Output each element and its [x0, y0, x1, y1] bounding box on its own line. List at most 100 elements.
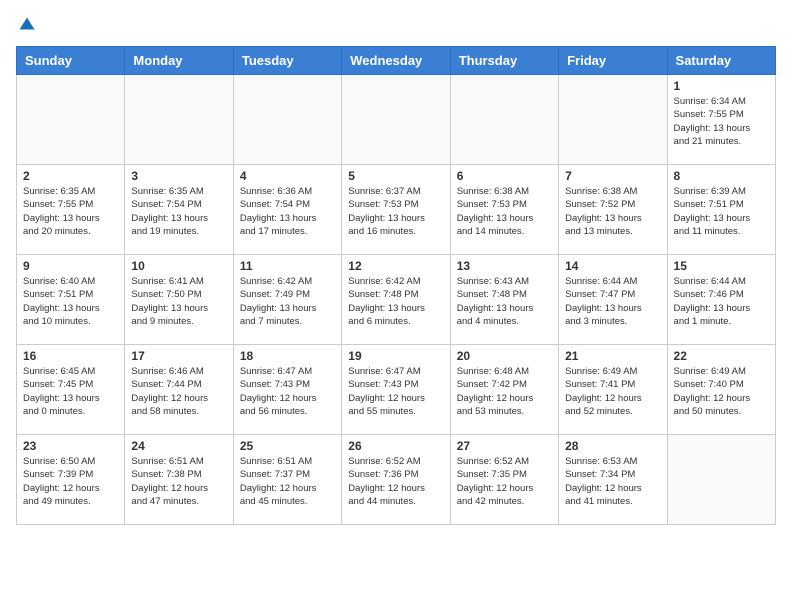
- day-of-week-header: Tuesday: [233, 47, 341, 75]
- calendar-day-cell: 22 Sunrise: 6:49 AM Sunset: 7:40 PM Dayli…: [667, 345, 775, 435]
- calendar-day-cell: 28 Sunrise: 6:53 AM Sunset: 7:34 PM Dayli…: [559, 435, 667, 525]
- header: [16, 16, 776, 34]
- day-of-week-header: Monday: [125, 47, 233, 75]
- calendar-day-cell: [342, 75, 450, 165]
- day-number: 23: [23, 439, 118, 453]
- calendar-header-row: SundayMondayTuesdayWednesdayThursdayFrid…: [17, 47, 776, 75]
- calendar-day-cell: 19 Sunrise: 6:47 AM Sunset: 7:43 PM Dayli…: [342, 345, 450, 435]
- day-number: 14: [565, 259, 660, 273]
- calendar-day-cell: 5 Sunrise: 6:37 AM Sunset: 7:53 PM Daylig…: [342, 165, 450, 255]
- calendar-day-cell: 20 Sunrise: 6:48 AM Sunset: 7:42 PM Dayli…: [450, 345, 558, 435]
- day-number: 4: [240, 169, 335, 183]
- calendar-day-cell: 14 Sunrise: 6:44 AM Sunset: 7:47 PM Dayli…: [559, 255, 667, 345]
- day-number: 20: [457, 349, 552, 363]
- day-info: Sunrise: 6:52 AM Sunset: 7:35 PM Dayligh…: [457, 455, 552, 508]
- logo: [16, 16, 36, 34]
- calendar-day-cell: 3Sunrise: 6:35 AM Sunset: 7:54 PM Daylig…: [125, 165, 233, 255]
- day-number: 1: [674, 79, 769, 93]
- day-info: Sunrise: 6:40 AM Sunset: 7:51 PM Dayligh…: [23, 275, 118, 328]
- day-info: Sunrise: 6:49 AM Sunset: 7:40 PM Dayligh…: [674, 365, 769, 418]
- calendar-day-cell: 6 Sunrise: 6:38 AM Sunset: 7:53 PM Daylig…: [450, 165, 558, 255]
- calendar-day-cell: 1 Sunrise: 6:34 AM Sunset: 7:55 PM Daylig…: [667, 75, 775, 165]
- day-number: 8: [674, 169, 769, 183]
- day-info: Sunrise: 6:44 AM Sunset: 7:46 PM Dayligh…: [674, 275, 769, 328]
- day-number: 10: [131, 259, 226, 273]
- calendar-day-cell: 17 Sunrise: 6:46 AM Sunset: 7:44 PM Dayli…: [125, 345, 233, 435]
- day-info: Sunrise: 6:43 AM Sunset: 7:48 PM Dayligh…: [457, 275, 552, 328]
- calendar-day-cell: 13 Sunrise: 6:43 AM Sunset: 7:48 PM Dayli…: [450, 255, 558, 345]
- day-info: Sunrise: 6:49 AM Sunset: 7:41 PM Dayligh…: [565, 365, 660, 418]
- day-info: Sunrise: 6:42 AM Sunset: 7:48 PM Dayligh…: [348, 275, 443, 328]
- day-number: 28: [565, 439, 660, 453]
- calendar-day-cell: 21 Sunrise: 6:49 AM Sunset: 7:41 PM Dayli…: [559, 345, 667, 435]
- day-of-week-header: Friday: [559, 47, 667, 75]
- calendar-table: SundayMondayTuesdayWednesdayThursdayFrid…: [16, 46, 776, 525]
- day-number: 13: [457, 259, 552, 273]
- calendar-day-cell: 15 Sunrise: 6:44 AM Sunset: 7:46 PM Dayli…: [667, 255, 775, 345]
- calendar-day-cell: 7 Sunrise: 6:38 AM Sunset: 7:52 PM Daylig…: [559, 165, 667, 255]
- day-number: 15: [674, 259, 769, 273]
- calendar-day-cell: 4Sunrise: 6:36 AM Sunset: 7:54 PM Daylig…: [233, 165, 341, 255]
- day-number: 24: [131, 439, 226, 453]
- calendar-day-cell: [667, 435, 775, 525]
- day-info: Sunrise: 6:52 AM Sunset: 7:36 PM Dayligh…: [348, 455, 443, 508]
- calendar-day-cell: 2Sunrise: 6:35 AM Sunset: 7:55 PM Daylig…: [17, 165, 125, 255]
- day-info: Sunrise: 6:48 AM Sunset: 7:42 PM Dayligh…: [457, 365, 552, 418]
- day-of-week-header: Thursday: [450, 47, 558, 75]
- day-info: Sunrise: 6:44 AM Sunset: 7:47 PM Dayligh…: [565, 275, 660, 328]
- day-of-week-header: Saturday: [667, 47, 775, 75]
- calendar-week-row: 23 Sunrise: 6:50 AM Sunset: 7:39 PM Dayli…: [17, 435, 776, 525]
- calendar-day-cell: 24 Sunrise: 6:51 AM Sunset: 7:38 PM Dayli…: [125, 435, 233, 525]
- day-info: Sunrise: 6:34 AM Sunset: 7:55 PM Dayligh…: [674, 95, 769, 148]
- calendar-day-cell: 10 Sunrise: 6:41 AM Sunset: 7:50 PM Dayli…: [125, 255, 233, 345]
- day-info: Sunrise: 6:39 AM Sunset: 7:51 PM Dayligh…: [674, 185, 769, 238]
- day-info: Sunrise: 6:46 AM Sunset: 7:44 PM Dayligh…: [131, 365, 226, 418]
- day-number: 19: [348, 349, 443, 363]
- day-number: 17: [131, 349, 226, 363]
- calendar-day-cell: [17, 75, 125, 165]
- day-info: Sunrise: 6:41 AM Sunset: 7:50 PM Dayligh…: [131, 275, 226, 328]
- day-number: 12: [348, 259, 443, 273]
- day-of-week-header: Sunday: [17, 47, 125, 75]
- day-info: Sunrise: 6:45 AM Sunset: 7:45 PM Dayligh…: [23, 365, 118, 418]
- day-info: Sunrise: 6:38 AM Sunset: 7:52 PM Dayligh…: [565, 185, 660, 238]
- calendar-day-cell: 8 Sunrise: 6:39 AM Sunset: 7:51 PM Daylig…: [667, 165, 775, 255]
- calendar-week-row: 9 Sunrise: 6:40 AM Sunset: 7:51 PM Daylig…: [17, 255, 776, 345]
- calendar-day-cell: [233, 75, 341, 165]
- calendar-day-cell: 23 Sunrise: 6:50 AM Sunset: 7:39 PM Dayli…: [17, 435, 125, 525]
- day-number: 18: [240, 349, 335, 363]
- calendar-day-cell: 9 Sunrise: 6:40 AM Sunset: 7:51 PM Daylig…: [17, 255, 125, 345]
- day-info: Sunrise: 6:53 AM Sunset: 7:34 PM Dayligh…: [565, 455, 660, 508]
- day-number: 16: [23, 349, 118, 363]
- day-info: Sunrise: 6:35 AM Sunset: 7:54 PM Dayligh…: [131, 185, 226, 238]
- day-number: 6: [457, 169, 552, 183]
- calendar-day-cell: [450, 75, 558, 165]
- calendar-day-cell: 18 Sunrise: 6:47 AM Sunset: 7:43 PM Dayli…: [233, 345, 341, 435]
- day-info: Sunrise: 6:47 AM Sunset: 7:43 PM Dayligh…: [348, 365, 443, 418]
- day-of-week-header: Wednesday: [342, 47, 450, 75]
- day-number: 2: [23, 169, 118, 183]
- day-info: Sunrise: 6:47 AM Sunset: 7:43 PM Dayligh…: [240, 365, 335, 418]
- calendar-day-cell: 26 Sunrise: 6:52 AM Sunset: 7:36 PM Dayli…: [342, 435, 450, 525]
- calendar-week-row: 1 Sunrise: 6:34 AM Sunset: 7:55 PM Daylig…: [17, 75, 776, 165]
- calendar-day-cell: [125, 75, 233, 165]
- day-number: 26: [348, 439, 443, 453]
- day-number: 5: [348, 169, 443, 183]
- logo-icon: [18, 16, 36, 34]
- calendar-day-cell: 27 Sunrise: 6:52 AM Sunset: 7:35 PM Dayli…: [450, 435, 558, 525]
- calendar-day-cell: 16 Sunrise: 6:45 AM Sunset: 7:45 PM Dayli…: [17, 345, 125, 435]
- day-info: Sunrise: 6:50 AM Sunset: 7:39 PM Dayligh…: [23, 455, 118, 508]
- day-info: Sunrise: 6:37 AM Sunset: 7:53 PM Dayligh…: [348, 185, 443, 238]
- day-info: Sunrise: 6:38 AM Sunset: 7:53 PM Dayligh…: [457, 185, 552, 238]
- day-info: Sunrise: 6:42 AM Sunset: 7:49 PM Dayligh…: [240, 275, 335, 328]
- day-info: Sunrise: 6:51 AM Sunset: 7:37 PM Dayligh…: [240, 455, 335, 508]
- day-number: 9: [23, 259, 118, 273]
- day-number: 27: [457, 439, 552, 453]
- day-number: 7: [565, 169, 660, 183]
- day-number: 21: [565, 349, 660, 363]
- calendar-week-row: 2Sunrise: 6:35 AM Sunset: 7:55 PM Daylig…: [17, 165, 776, 255]
- day-info: Sunrise: 6:51 AM Sunset: 7:38 PM Dayligh…: [131, 455, 226, 508]
- calendar-day-cell: 11Sunrise: 6:42 AM Sunset: 7:49 PM Dayli…: [233, 255, 341, 345]
- calendar-day-cell: 12 Sunrise: 6:42 AM Sunset: 7:48 PM Dayli…: [342, 255, 450, 345]
- day-number: 22: [674, 349, 769, 363]
